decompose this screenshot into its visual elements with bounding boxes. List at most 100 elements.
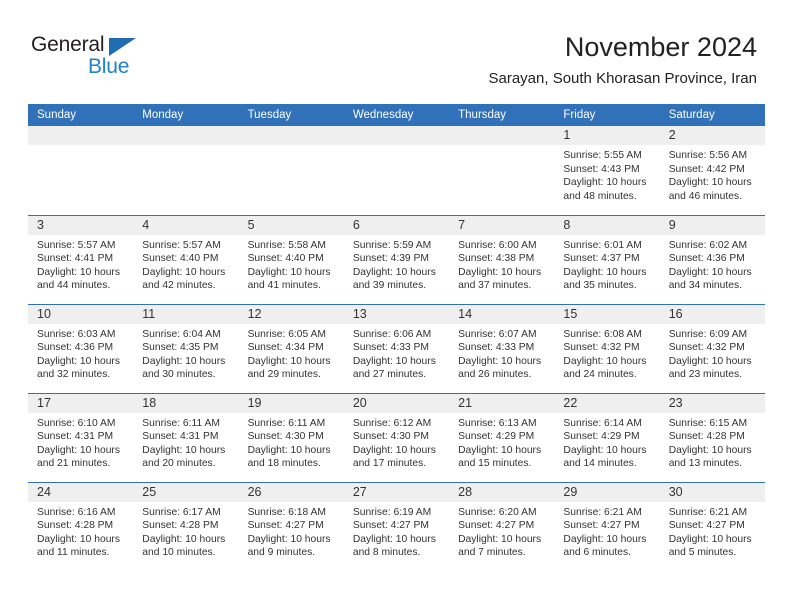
- day-number: 15: [554, 304, 660, 324]
- calendar-day-cell[interactable]: 3 Sunrise: 5:57 AM Sunset: 4:41 PM Daylight…: [28, 214, 134, 304]
- calendar-day-cell[interactable]: 21 Sunrise: 6:13 AM Sunset: 4:29 PM Dayligh…: [449, 392, 555, 482]
- sunrise-text: Sunrise: 6:11 AM: [142, 417, 220, 429]
- day-number: [449, 126, 555, 145]
- calendar-day-cell[interactable]: 28 Sunrise: 6:20 AM Sunset: 4:27 PM Dayligh…: [449, 481, 555, 571]
- sunset-text: Sunset: 4:42 PM: [668, 163, 745, 175]
- calendar-day-cell[interactable]: 12 Sunrise: 6:05 AM Sunset: 4:34 PM Dayligh…: [238, 303, 344, 393]
- sunrise-text: Sunrise: 6:02 AM: [668, 239, 748, 251]
- sunrise-text: Sunrise: 5:57 AM: [142, 239, 221, 251]
- calendar-day-cell[interactable]: 14 Sunrise: 6:07 AM Sunset: 4:33 PM Dayligh…: [449, 303, 555, 393]
- day-details: Sunrise: 6:16 AM Sunset: 4:28 PM Daylight:…: [28, 502, 133, 560]
- weekday-header-friday: Friday: [554, 104, 660, 126]
- daylight-text: Daylight: 10 hours: [37, 533, 120, 545]
- sunset-text: Sunset: 4:34 PM: [247, 342, 324, 354]
- calendar-day-cell[interactable]: 27 Sunrise: 6:19 AM Sunset: 4:27 PM Dayligh…: [343, 481, 450, 571]
- day-details: Sunrise: 6:21 AM Sunset: 4:27 PM Daylight:…: [554, 502, 659, 560]
- day-number: 21: [449, 393, 555, 413]
- day-number: 28: [449, 482, 555, 502]
- day-number: 11: [133, 304, 239, 324]
- daylight-text: Daylight: 10 hours: [563, 444, 647, 456]
- day-number: 3: [28, 215, 134, 235]
- day-details: Sunrise: 6:10 AM Sunset: 4:31 PM Daylight:…: [28, 413, 133, 471]
- day-number: 2: [659, 126, 765, 145]
- day-details: Sunrise: 6:04 AM Sunset: 4:35 PM Daylight:…: [133, 324, 238, 382]
- day-number: 24: [28, 482, 134, 502]
- calendar-day-cell[interactable]: 30 Sunrise: 6:21 AM Sunset: 4:27 PM Dayligh…: [659, 481, 765, 571]
- calendar-day-cell[interactable]: 25 Sunrise: 6:17 AM Sunset: 4:28 PM Dayligh…: [133, 481, 239, 571]
- calendar-day-cell[interactable]: 7 Sunrise: 6:00 AM Sunset: 4:38 PM Daylight…: [449, 214, 555, 304]
- sunset-text: Sunset: 4:27 PM: [352, 520, 429, 532]
- calendar-day-cell[interactable]: 23 Sunrise: 6:15 AM Sunset: 4:28 PM Dayligh…: [659, 392, 765, 482]
- daylight-text: and 24 minutes.: [563, 369, 637, 381]
- calendar-day-cell[interactable]: 15 Sunrise: 6:08 AM Sunset: 4:32 PM Dayligh…: [554, 303, 660, 393]
- calendar-day-cell[interactable]: 4 Sunrise: 5:57 AM Sunset: 4:40 PM Daylight…: [133, 214, 239, 304]
- calendar-day-cell[interactable]: 20 Sunrise: 6:12 AM Sunset: 4:30 PM Dayligh…: [343, 392, 450, 482]
- calendar-day-cell[interactable]: 22 Sunrise: 6:14 AM Sunset: 4:29 PM Dayligh…: [554, 392, 660, 482]
- daylight-text: Daylight: 10 hours: [352, 533, 436, 545]
- day-number: [343, 126, 450, 145]
- sunset-text: Sunset: 4:30 PM: [352, 431, 429, 443]
- calendar-day-cell[interactable]: 2 Sunrise: 5:56 AM Sunset: 4:42 PM Daylight…: [659, 126, 765, 215]
- day-number: [238, 126, 344, 145]
- day-details: Sunrise: 6:00 AM Sunset: 4:38 PM Daylight:…: [449, 235, 554, 293]
- calendar-day-cell[interactable]: 11 Sunrise: 6:04 AM Sunset: 4:35 PM Dayligh…: [133, 303, 239, 393]
- daylight-text: Daylight: 10 hours: [352, 355, 436, 367]
- page-subtitle: Sarayan, South Khorasan Province, Iran: [488, 70, 758, 87]
- calendar-day-cell[interactable]: 16 Sunrise: 6:09 AM Sunset: 4:32 PM Dayligh…: [659, 303, 765, 393]
- day-details: Sunrise: 6:05 AM Sunset: 4:34 PM Daylight:…: [239, 324, 344, 382]
- sunset-text: Sunset: 4:32 PM: [668, 342, 745, 354]
- calendar-day-cell[interactable]: 29 Sunrise: 6:21 AM Sunset: 4:27 PM Dayligh…: [554, 481, 660, 571]
- day-number: 5: [238, 215, 344, 235]
- calendar-day-cell[interactable]: 24 Sunrise: 6:16 AM Sunset: 4:28 PM Dayligh…: [28, 481, 134, 571]
- calendar-day-cell[interactable]: 10 Sunrise: 6:03 AM Sunset: 4:36 PM Dayligh…: [28, 303, 134, 393]
- sunset-text: Sunset: 4:31 PM: [142, 431, 219, 443]
- calendar-day-cell[interactable]: 13 Sunrise: 6:06 AM Sunset: 4:33 PM Dayligh…: [343, 303, 450, 393]
- calendar-day-cell[interactable]: 26 Sunrise: 6:18 AM Sunset: 4:27 PM Dayligh…: [238, 481, 344, 571]
- sunrise-text: Sunrise: 6:11 AM: [247, 417, 326, 429]
- day-details: Sunrise: 6:14 AM Sunset: 4:29 PM Daylight:…: [554, 413, 659, 471]
- title-block: November 2024 Sarayan, South Khorasan Pr…: [489, 30, 758, 90]
- daylight-text: and 5 minutes.: [668, 547, 737, 559]
- day-details: Sunrise: 6:20 AM Sunset: 4:27 PM Daylight:…: [449, 502, 554, 560]
- daylight-text: and 29 minutes.: [247, 369, 321, 381]
- weekday-header-sunday: Sunday: [28, 104, 134, 126]
- day-details: Sunrise: 5:57 AM Sunset: 4:40 PM Daylight:…: [133, 235, 238, 293]
- sunrise-text: Sunrise: 6:03 AM: [37, 328, 116, 340]
- sunrise-text: Sunrise: 6:12 AM: [352, 417, 432, 429]
- sunset-text: Sunset: 4:37 PM: [563, 253, 640, 265]
- daylight-text: and 10 minutes.: [142, 547, 216, 559]
- daylight-text: and 21 minutes.: [37, 458, 111, 470]
- calendar-day-cell[interactable]: 18 Sunrise: 6:11 AM Sunset: 4:31 PM Dayligh…: [133, 392, 239, 482]
- daylight-text: and 46 minutes.: [668, 190, 742, 202]
- sunrise-text: Sunrise: 6:10 AM: [37, 417, 116, 429]
- sunset-text: Sunset: 4:33 PM: [458, 342, 535, 354]
- day-details: Sunrise: 6:01 AM Sunset: 4:37 PM Daylight:…: [554, 235, 659, 293]
- calendar-day-cell[interactable]: 17 Sunrise: 6:10 AM Sunset: 4:31 PM Dayligh…: [28, 392, 134, 482]
- calendar-day-cell[interactable]: 1 Sunrise: 5:55 AM Sunset: 4:43 PM Daylight…: [554, 126, 660, 215]
- daylight-text: and 32 minutes.: [37, 369, 111, 381]
- calendar-day-cell[interactable]: 19 Sunrise: 6:11 AM Sunset: 4:30 PM Dayligh…: [238, 392, 344, 482]
- daylight-text: and 41 minutes.: [247, 280, 321, 292]
- day-number: 20: [343, 393, 450, 413]
- sunrise-text: Sunrise: 6:06 AM: [352, 328, 432, 340]
- day-details: Sunrise: 5:55 AM Sunset: 4:43 PM Daylight:…: [554, 145, 659, 203]
- day-details: Sunrise: 5:59 AM Sunset: 4:39 PM Daylight:…: [344, 235, 449, 293]
- day-details: Sunrise: 6:15 AM Sunset: 4:28 PM Daylight:…: [660, 413, 765, 471]
- daylight-text: and 35 minutes.: [563, 280, 637, 292]
- calendar-day-cell-empty: [238, 126, 344, 215]
- calendar-day-cell[interactable]: 8 Sunrise: 6:01 AM Sunset: 4:37 PM Daylight…: [554, 214, 660, 304]
- daylight-text: Daylight: 10 hours: [142, 533, 226, 545]
- sunrise-text: Sunrise: 6:20 AM: [458, 506, 537, 518]
- calendar-day-cell[interactable]: 6 Sunrise: 5:59 AM Sunset: 4:39 PM Daylight…: [343, 214, 450, 304]
- calendar-week-row: 24 Sunrise: 6:16 AM Sunset: 4:28 PM Dayligh…: [28, 481, 765, 571]
- daylight-text: and 8 minutes.: [352, 547, 421, 559]
- day-number: 7: [449, 215, 555, 235]
- day-number: 9: [659, 215, 765, 235]
- triangle-icon: [109, 38, 136, 56]
- calendar-day-cell[interactable]: 5 Sunrise: 5:58 AM Sunset: 4:40 PM Daylight…: [238, 214, 344, 304]
- calendar-day-cell[interactable]: 9 Sunrise: 6:02 AM Sunset: 4:36 PM Daylight…: [659, 214, 765, 304]
- sunset-text: Sunset: 4:36 PM: [668, 253, 745, 265]
- daylight-text: Daylight: 10 hours: [352, 266, 436, 278]
- daylight-text: Daylight: 10 hours: [247, 444, 331, 456]
- daylight-text: Daylight: 10 hours: [668, 444, 752, 456]
